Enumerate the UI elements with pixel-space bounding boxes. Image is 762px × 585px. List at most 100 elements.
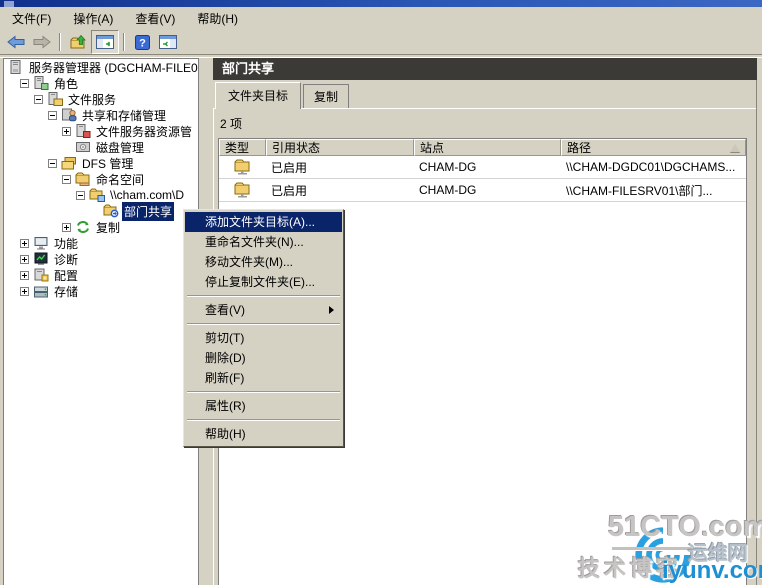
cell-referral-status: 已启用 bbox=[271, 183, 308, 198]
menu-help[interactable]: 帮助(H) bbox=[189, 7, 252, 30]
tree-item-configuration[interactable]: 配置 bbox=[20, 267, 198, 283]
tree-item-label: 复制 bbox=[96, 220, 121, 235]
up-one-level-button[interactable] bbox=[65, 31, 91, 53]
menu-file[interactable]: 文件(F) bbox=[4, 7, 65, 30]
menu-item-refresh[interactable]: 刷新(F) bbox=[185, 368, 342, 388]
shared-folder-icon bbox=[234, 182, 250, 198]
cell-path: \\CHAM-DGDC01\DGCHAMS... bbox=[566, 160, 736, 174]
server-icon bbox=[10, 60, 21, 74]
column-header-path[interactable]: 路径 bbox=[561, 139, 746, 156]
tree-item-server-manager[interactable]: 服务器管理器 (DGCHAM-FILE02) bbox=[6, 59, 198, 75]
console-tree-panel: 服务器管理器 (DGCHAM-FILE02) 角色 文件服务 共享和存储管理 文… bbox=[3, 58, 199, 585]
help-icon: ? bbox=[134, 34, 150, 50]
namespace-root-icon bbox=[89, 188, 105, 202]
show-action-pane-button[interactable] bbox=[155, 31, 181, 53]
menu-action[interactable]: 操作(A) bbox=[65, 7, 127, 30]
menu-item-rename-folder[interactable]: 重命名文件夹(N)... bbox=[185, 232, 342, 252]
menu-item-properties[interactable]: 属性(R) bbox=[185, 396, 342, 416]
storage-icon bbox=[34, 286, 48, 298]
tree-item-replication[interactable]: 复制 bbox=[62, 219, 198, 235]
menu-item-view[interactable]: 查看(V) bbox=[185, 300, 342, 320]
roles-icon bbox=[34, 76, 49, 90]
toolbar-separator bbox=[59, 33, 61, 51]
diagnostics-icon bbox=[34, 252, 48, 265]
menu-bar: 文件(F) 操作(A) 查看(V) 帮助(H) bbox=[0, 7, 762, 30]
column-header-site[interactable]: 站点 bbox=[414, 139, 561, 156]
menu-separator bbox=[187, 323, 340, 325]
menu-item-stop-replicating-folder[interactable]: 停止复制文件夹(E)... bbox=[185, 272, 342, 292]
tree-item-diagnostics[interactable]: 诊断 bbox=[20, 251, 198, 267]
menu-view[interactable]: 查看(V) bbox=[127, 7, 189, 30]
configuration-icon bbox=[34, 268, 49, 282]
expand-expander[interactable] bbox=[62, 126, 71, 136]
menu-item-view-label: 查看(V) bbox=[205, 303, 245, 317]
back-button[interactable] bbox=[3, 31, 29, 53]
tab-replication[interactable]: 复制 bbox=[303, 84, 350, 108]
menu-item-add-folder-target[interactable]: 添加文件夹目标(A)... bbox=[185, 212, 342, 232]
expand-expander[interactable] bbox=[62, 222, 71, 232]
table-row[interactable]: 已启用 CHAM-DG \\CHAM-DGDC01\DGCHAMS... bbox=[219, 156, 746, 179]
console-tree-panel-icon bbox=[96, 35, 114, 49]
pane-title: 部门共享 bbox=[213, 58, 757, 80]
fsrm-icon bbox=[76, 124, 91, 138]
expand-expander[interactable] bbox=[20, 254, 29, 264]
item-count-label: 2 项 bbox=[220, 117, 243, 131]
table-row[interactable]: 已启用 CHAM-DG \\CHAM-FILESRV01\部门... bbox=[219, 179, 746, 202]
sort-ascending-icon bbox=[730, 143, 740, 152]
collapse-expander[interactable] bbox=[48, 110, 57, 120]
features-icon bbox=[34, 237, 48, 250]
replication-icon bbox=[77, 221, 89, 233]
window-title-bar bbox=[0, 0, 762, 7]
collapse-expander[interactable] bbox=[34, 94, 43, 104]
dfs-management-icon bbox=[61, 157, 76, 170]
collapse-expander[interactable] bbox=[62, 174, 71, 184]
expand-expander[interactable] bbox=[20, 238, 29, 248]
shared-folder-icon bbox=[234, 159, 250, 175]
tree-item-label: 部门共享 bbox=[122, 201, 175, 221]
action-pane-panel-icon bbox=[159, 35, 177, 49]
list-header-row: 类型 引用状态 站点 路径 bbox=[219, 139, 746, 156]
cell-referral-status: 已启用 bbox=[271, 160, 308, 175]
share-storage-icon bbox=[62, 108, 77, 122]
menu-separator bbox=[187, 295, 340, 297]
cell-site: CHAM-DG bbox=[419, 160, 477, 174]
tab-folder-targets[interactable]: 文件夹目标 bbox=[215, 82, 302, 109]
context-menu: 添加文件夹目标(A)... 重命名文件夹(N)... 移动文件夹(M)... 停… bbox=[183, 209, 344, 447]
forward-arrow-icon bbox=[33, 35, 51, 49]
tree-item-storage[interactable]: 存储 bbox=[20, 283, 198, 299]
disk-management-icon bbox=[76, 142, 90, 152]
forward-button[interactable] bbox=[29, 31, 55, 53]
namespace-icon bbox=[75, 172, 90, 186]
tree-item-label: 命名空间 bbox=[96, 172, 145, 187]
submenu-arrow-icon bbox=[329, 306, 334, 314]
menu-item-cut[interactable]: 剪切(T) bbox=[185, 328, 342, 348]
expand-expander[interactable] bbox=[20, 286, 29, 296]
expand-expander[interactable] bbox=[20, 270, 29, 280]
menu-item-move-folder[interactable]: 移动文件夹(M)... bbox=[185, 252, 342, 272]
column-header-path-label: 路径 bbox=[567, 141, 592, 155]
back-arrow-icon bbox=[7, 35, 25, 49]
toolbar-separator bbox=[123, 33, 125, 51]
pane-right-border bbox=[756, 80, 757, 585]
collapse-expander[interactable] bbox=[76, 190, 85, 200]
menu-separator bbox=[187, 391, 340, 393]
folder-target-icon bbox=[103, 204, 119, 218]
folder-up-icon bbox=[70, 34, 86, 48]
tree-item-namespaces[interactable]: 命名空间 bbox=[62, 171, 198, 187]
tab-strip: 文件夹目标 复制 bbox=[215, 82, 351, 109]
tree-item-features[interactable]: 功能 bbox=[20, 235, 198, 251]
server-manager-window: 文件(F) 操作(A) 查看(V) 帮助(H) ? 服务器管理器 (DGCHAM… bbox=[0, 0, 762, 585]
cell-path: \\CHAM-FILESRV01\部门... bbox=[566, 183, 713, 198]
menu-item-help[interactable]: 帮助(H) bbox=[185, 424, 342, 444]
collapse-expander[interactable] bbox=[48, 158, 57, 168]
svg-text:?: ? bbox=[139, 37, 146, 49]
file-services-icon bbox=[48, 92, 63, 106]
menu-separator bbox=[187, 419, 340, 421]
menu-item-delete[interactable]: 删除(D) bbox=[185, 348, 342, 368]
show-console-tree-button[interactable] bbox=[91, 30, 119, 54]
collapse-expander[interactable] bbox=[20, 78, 29, 88]
cell-site: CHAM-DG bbox=[419, 183, 477, 197]
column-header-type[interactable]: 类型 bbox=[219, 139, 266, 156]
column-header-referral-status[interactable]: 引用状态 bbox=[266, 139, 414, 156]
help-button[interactable]: ? bbox=[129, 31, 155, 53]
